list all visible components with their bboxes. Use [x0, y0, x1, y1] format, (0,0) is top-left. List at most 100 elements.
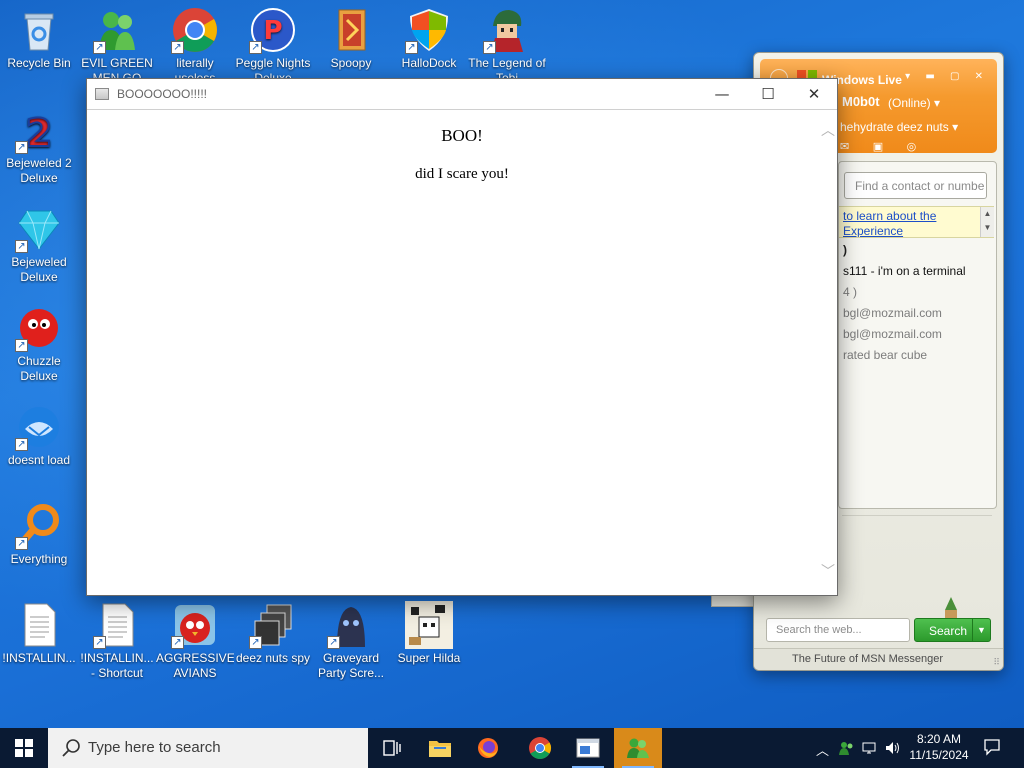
desktop-icon-hallodock[interactable]: ↗ HalloDock [390, 6, 468, 71]
taskbar-search-box[interactable]: Type here to search [48, 728, 368, 768]
desktop-icon-label: AGGRESSIVE AVIANS [156, 651, 234, 680]
network-icon[interactable] [862, 740, 878, 759]
chrome-icon [529, 737, 551, 759]
desktop-icon-installing[interactable]: !INSTALLIN... [0, 601, 78, 666]
document-icon [15, 601, 63, 649]
chevron-up-icon[interactable]: ︿ [816, 740, 829, 759]
svg-text:2: 2 [26, 111, 52, 154]
clock-time: 8:20 AM [916, 732, 962, 746]
contact-row[interactable]: s111 - i'm on a terminal [839, 261, 994, 282]
windows-stack-icon: ↗ [249, 601, 297, 649]
desktop-icon-label: Chuzzle Deluxe [17, 354, 61, 383]
folder-icon [429, 741, 451, 757]
contact-search-input[interactable]: Find a contact or numbe [844, 172, 987, 199]
task-view-button[interactable] [368, 728, 416, 768]
desktop-icon-everything[interactable]: ↗ Everything [0, 502, 78, 567]
window-titlebar[interactable]: BOOOOOOO!!!!! — ☐ ✕ [87, 79, 837, 110]
contact-row[interactable]: bgl@mozmail.com [839, 303, 994, 324]
taskbar-file-explorer[interactable] [416, 728, 464, 768]
window-title: BOOOOOOO!!!!! [117, 87, 208, 101]
msn-toolbar-icons[interactable]: ✉ ▣ ◎ [840, 140, 926, 153]
notifications-icon[interactable] [983, 738, 1001, 759]
contact-row[interactable]: rated bear cube [839, 345, 994, 366]
taskbar-firefox[interactable] [464, 728, 512, 768]
clock-date: 11/15/2024 [909, 748, 969, 762]
banner-scrollbar[interactable]: ▲ ▼ [980, 207, 994, 237]
msn-window-controls[interactable]: ▾ ▬ ▢ ✕ [905, 71, 989, 82]
chuzzle-icon: ↗ [15, 304, 63, 352]
shortcut-arrow-icon: ↗ [15, 537, 28, 550]
divider [842, 515, 992, 516]
desktop-icon-bejeweled[interactable]: ↗ Bejeweled Deluxe [0, 205, 78, 285]
taskbar-popup-window[interactable] [564, 728, 612, 768]
shortcut-arrow-icon: ↗ [93, 636, 106, 649]
boo-popup-window[interactable]: BOOOOOOO!!!!! — ☐ ✕ BOO! did I scare you… [86, 78, 838, 596]
close-button[interactable]: ✕ [791, 79, 837, 110]
scroll-up-icon[interactable]: ︿ [821, 120, 835, 140]
shortcut-arrow-icon: ↗ [93, 41, 106, 54]
chevron-down-icon[interactable]: ▼ [972, 619, 990, 641]
firefox-icon [478, 738, 498, 758]
minimize-button[interactable]: — [699, 79, 745, 110]
desktop-icon-literally-useless[interactable]: ↗ literally useless [156, 6, 234, 86]
msn-banner-link[interactable]: to learn about the Experience ▲ ▼ [839, 206, 994, 238]
desktop-icon-deez-nuts-spy[interactable]: ↗ deez nuts spy [234, 601, 312, 666]
contact-group-header[interactable]: ) [839, 240, 994, 261]
desktop-icon-doesnt-load[interactable]: ↗ doesnt load [0, 403, 78, 468]
maximize-button[interactable]: ☐ [745, 79, 791, 110]
msn-tray-icon[interactable] [838, 740, 854, 759]
chrome-icon: ↗ [171, 6, 219, 54]
msn-personal-message[interactable]: hehydrate deez nuts ▾ [840, 120, 958, 134]
search-icon [62, 739, 80, 757]
game-character-icon: ↗ [483, 6, 531, 54]
contact-list: ) s111 - i'm on a terminal 4 ) bgl@mozma… [839, 240, 994, 366]
desktop-icon-label: doesnt load [7, 453, 71, 467]
shortcut-arrow-icon: ↗ [405, 41, 418, 54]
desktop-icon-label: Spoopy [330, 56, 372, 70]
taskbar-clock[interactable]: 8:20 AM 11/15/2024 [908, 731, 970, 763]
desktop-icon-graveyard-party[interactable]: ↗ Graveyard Party Scre... [312, 601, 390, 681]
start-button[interactable] [0, 728, 48, 768]
shortcut-arrow-icon: ↗ [483, 41, 496, 54]
contact-row[interactable]: bgl@mozmail.com [839, 324, 994, 345]
window-app-icon [95, 88, 109, 100]
desktop-icon-evil-green-men[interactable]: ↗ EVIL GREEN MEN GO [78, 6, 156, 86]
taskbar-msn-messenger[interactable] [614, 728, 662, 768]
window-app-icon [576, 738, 600, 758]
desktop-icon-label: Bejeweled 2 Deluxe [6, 156, 72, 185]
taskbar-search-placeholder: Type here to search [88, 739, 221, 756]
search-button-label: Search [929, 624, 968, 638]
msn-status[interactable]: (Online) ▾ [888, 96, 940, 110]
desktop-icon-label: Everything [10, 552, 68, 566]
desktop-icon-label: HalloDock [401, 56, 457, 70]
banner-line-1: to learn about the [843, 209, 937, 223]
web-search-button[interactable]: Search ▼ [914, 618, 991, 642]
desktop-icon-aggressive-avians[interactable]: ↗ AGGRESSIVE AVIANS [156, 601, 234, 681]
windows-logo-icon [15, 739, 33, 757]
contact-group-header[interactable]: 4 ) [839, 282, 994, 303]
desktop-icon-spoopy[interactable]: Spoopy [312, 6, 390, 71]
task-view-icon [383, 740, 401, 756]
gnome-mascot-icon [945, 597, 957, 619]
volume-icon[interactable] [884, 740, 900, 759]
peggle-icon: P ↗ [249, 6, 297, 54]
folder-icon [327, 6, 375, 54]
desktop-icon-recycle-bin[interactable]: Recycle Bin [0, 6, 78, 71]
angry-bird-icon: ↗ [171, 601, 219, 649]
desktop-icon-super-hilda[interactable]: Super Hilda [390, 601, 468, 666]
desktop-icon-label: Graveyard Party Scre... [317, 651, 385, 680]
desktop-icon-label: Super Hilda [397, 651, 461, 665]
resize-grip-icon[interactable]: ⠿ [993, 658, 1000, 668]
desktop-icon-bejeweled-2[interactable]: 2 ↗ Bejeweled 2 Deluxe [0, 106, 78, 186]
desktop-icon-peggle-nights[interactable]: P ↗ Peggle Nights Deluxe [234, 6, 312, 86]
web-search-input[interactable]: Search the web... [766, 618, 910, 642]
taskbar-chrome[interactable] [516, 728, 564, 768]
desktop-icon-chuzzle[interactable]: ↗ Chuzzle Deluxe [0, 304, 78, 384]
magnifier-icon: ↗ [15, 502, 63, 550]
desktop-icon-label: !INSTALLIN... [2, 651, 76, 665]
msn-contact-panel: Find a contact or numbe to learn about t… [838, 161, 997, 509]
desktop-icon-legend-of-tobi[interactable]: ↗ The Legend of Tobi [468, 6, 546, 86]
desktop-icon-installing-shortcut[interactable]: ↗ !INSTALLIN... - Shortcut [78, 601, 156, 681]
scroll-down-icon[interactable]: ﹀ [821, 561, 835, 581]
msn-username[interactable]: M0b0t [842, 94, 880, 109]
